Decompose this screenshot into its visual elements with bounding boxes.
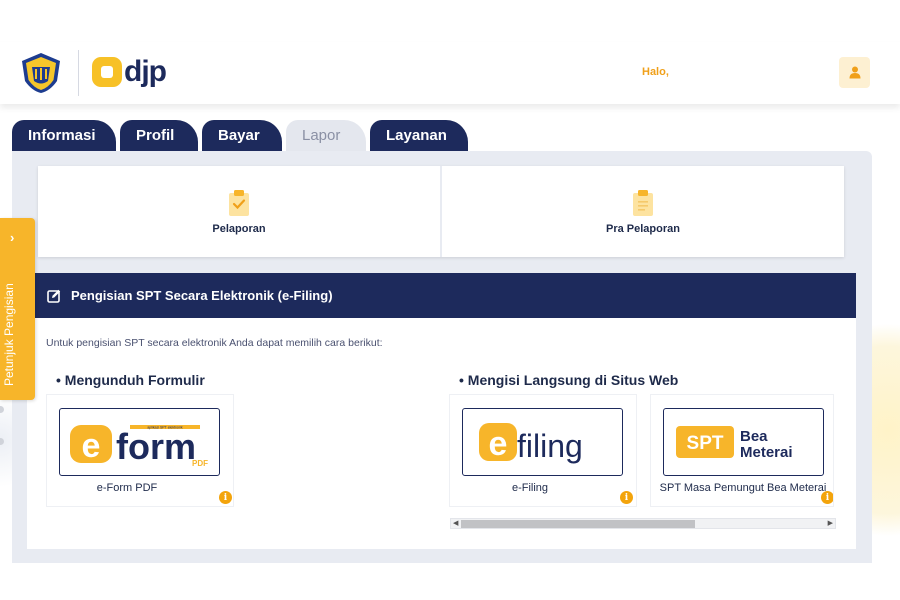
card-pra-pelaporan[interactable]: Pra Pelaporan <box>440 166 844 257</box>
spt-bea-meterai-logo: SPT Bea Meterai <box>663 408 824 476</box>
petunjuk-pengisian-drawer[interactable]: › Petunjuk Pengisian <box>0 218 35 400</box>
user-icon <box>849 66 860 79</box>
lapor-menu-cards: Pelaporan Pra Pelaporan <box>38 166 844 257</box>
djp-logo-mark-icon <box>92 57 122 87</box>
option-label: e-Form PDF <box>96 482 158 494</box>
tab-informasi[interactable]: Informasi <box>12 120 116 151</box>
top-header: djp Halo, <box>0 42 900 104</box>
tab-bayar[interactable]: Bayar <box>202 120 282 151</box>
scrollbar-thumb[interactable] <box>461 520 695 528</box>
info-icon[interactable]: i <box>219 491 232 504</box>
user-menu-button[interactable] <box>839 57 870 88</box>
svg-text:e: e <box>81 427 100 465</box>
tab-label: Lapor <box>302 127 341 144</box>
greeting-text: Halo, <box>642 66 669 78</box>
card-label: Pra Pelaporan <box>606 222 680 235</box>
edit-icon <box>47 289 61 303</box>
djp-logo[interactable]: djp <box>92 54 167 90</box>
option-label: SPT Masa Pemungut Bea Meterai <box>659 482 827 494</box>
clipboard-icon <box>633 189 653 216</box>
bea-logo-word: Bea <box>740 428 768 445</box>
horizontal-scrollbar[interactable]: ◀ ▶ <box>450 518 836 529</box>
spt-logo-word: SPT <box>686 433 723 454</box>
tab-profil[interactable]: Profil <box>120 120 198 151</box>
subtitle-web: • Mengisi Langsung di Situs Web <box>459 372 679 388</box>
option-label: e-Filing <box>511 482 549 494</box>
info-icon[interactable]: i <box>821 491 833 504</box>
scroll-right-icon[interactable]: ▶ <box>828 519 833 529</box>
section-title: Pengisian SPT Secara Elektronik (e-Filin… <box>71 288 333 303</box>
side-panel-label: Petunjuk Pengisian <box>2 283 16 386</box>
intro-text: Untuk pengisian SPT secara elektronik An… <box>46 337 383 349</box>
option-eform-pdf[interactable]: aplikasi SPT elektronik e form PDF e-For… <box>46 394 234 507</box>
efiling-logo-word: filing <box>517 428 583 464</box>
eform-logo: aplikasi SPT elektronik e form PDF <box>59 408 220 476</box>
svg-text:e: e <box>488 425 507 463</box>
subtitle-download: • Mengunduh Formulir <box>56 372 205 388</box>
tab-lapor[interactable]: Lapor <box>286 120 366 151</box>
tab-label: Profil <box>136 127 175 144</box>
clipboard-check-icon <box>229 189 249 216</box>
efiling-logo: e filing <box>462 408 623 476</box>
option-spt-bea-meterai[interactable]: SPT Bea Meterai SPT Masa Pemungut Bea Me… <box>650 394 834 507</box>
meterai-logo-word: Meterai <box>740 444 793 461</box>
eform-logo-pdf: PDF <box>192 459 208 467</box>
tab-label: Bayar <box>218 127 260 144</box>
tab-label: Informasi <box>28 127 96 144</box>
tab-label: Layanan <box>386 127 447 144</box>
header-divider <box>78 50 79 96</box>
section-header: Pengisian SPT Secara Elektronik (e-Filin… <box>27 273 856 318</box>
logo-text: djp <box>124 55 167 88</box>
option-efiling[interactable]: e filing e-Filing i <box>449 394 637 507</box>
card-label: Pelaporan <box>212 222 266 235</box>
scroll-left-icon[interactable]: ◀ <box>453 519 458 529</box>
tab-layanan[interactable]: Layanan <box>370 120 468 151</box>
info-icon[interactable]: i <box>620 491 633 504</box>
chevron-right-icon: › <box>10 230 15 245</box>
main-tabs: Informasi Profil Bayar Lapor Layanan <box>12 120 472 151</box>
kemenkeu-emblem-icon <box>18 51 64 95</box>
eform-logo-word: form <box>116 426 196 467</box>
efiling-section: Pengisian SPT Secara Elektronik (e-Filin… <box>27 273 856 549</box>
card-pelaporan[interactable]: Pelaporan <box>38 166 440 257</box>
